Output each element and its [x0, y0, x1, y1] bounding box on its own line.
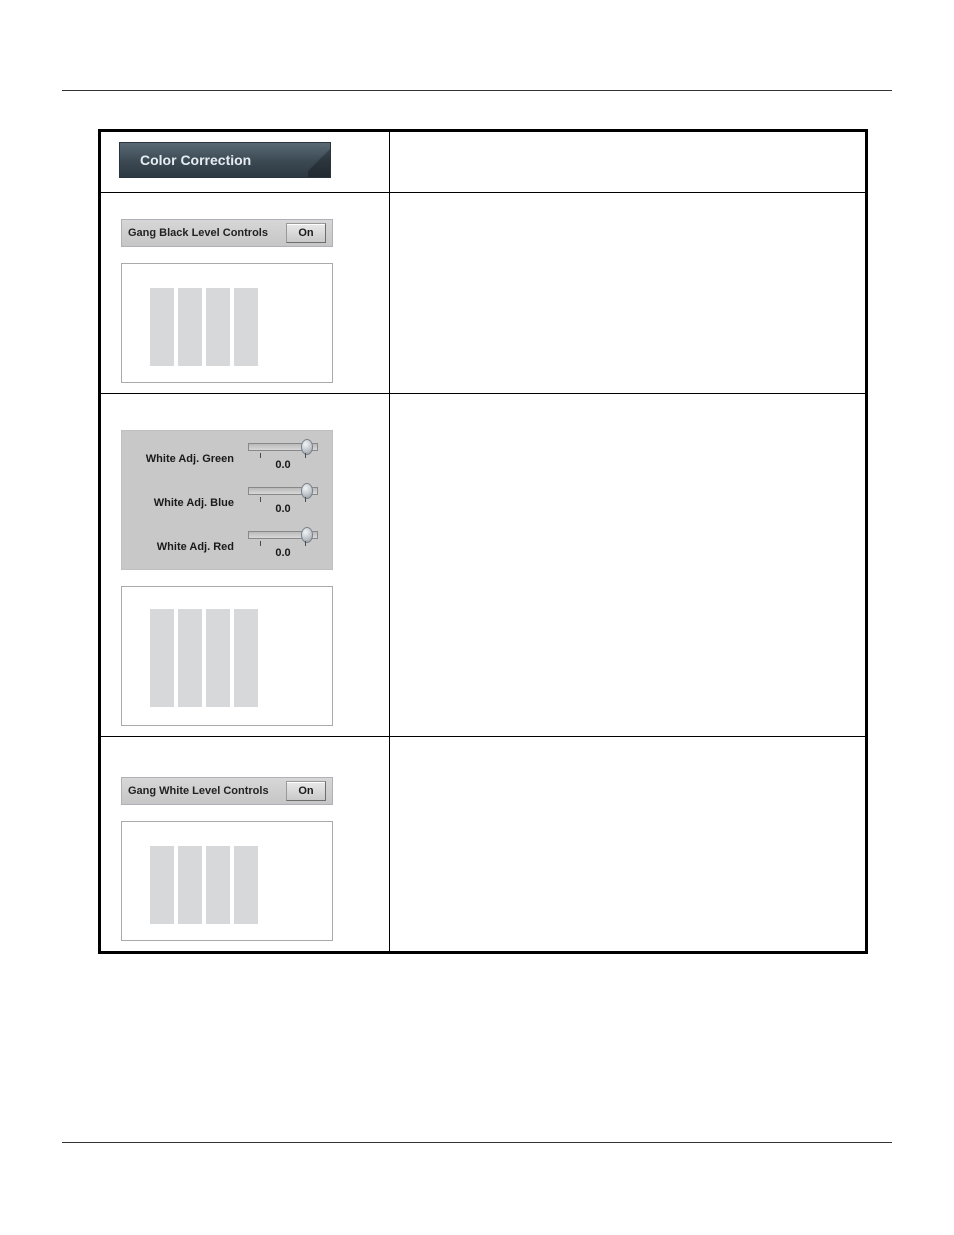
white-adj-green-label: White Adj. Green [130, 441, 242, 465]
bar-icon [234, 846, 258, 924]
slider-ticks-icon [248, 453, 318, 459]
cell-empty [389, 737, 866, 953]
slider-wrap: 0.0 [242, 441, 324, 471]
bar-icon [234, 609, 258, 707]
gang-white-on-button[interactable]: On [286, 781, 326, 801]
panel-wrap: Gang White Level Controls On [101, 737, 389, 951]
button-label: On [298, 227, 313, 239]
color-correction-badge: Color Correction [119, 142, 331, 178]
table-row: Gang White Level Controls On [100, 737, 867, 953]
white-adj-red-value: 0.0 [275, 547, 290, 559]
white-adj-red-slider[interactable] [248, 531, 318, 539]
gang-black-on-button[interactable]: On [286, 223, 326, 243]
gang-black-panel: Gang Black Level Controls On [121, 219, 333, 247]
gang-white-panel: Gang White Level Controls On [121, 777, 333, 805]
white-adj-blue-value: 0.0 [275, 503, 290, 515]
cell-empty [389, 131, 866, 193]
white-adj-red-row: White Adj. Red 0.0 [130, 529, 324, 559]
table-row: White Adj. Green 0.0 White Adj. Blue [100, 394, 867, 737]
page: Color Correction Gang Black Level Contro… [0, 0, 954, 954]
white-adj-blue-row: White Adj. Blue 0.0 [130, 485, 324, 515]
header-rule [62, 90, 892, 91]
white-adj-red-label: White Adj. Red [130, 529, 242, 553]
panel-wrap: Gang Black Level Controls On [101, 193, 389, 393]
button-label: On [298, 785, 313, 797]
badge-title: Color Correction [140, 152, 251, 168]
slider-ticks-icon [248, 497, 318, 503]
bar-icon [206, 846, 230, 924]
cell-gang-black: Gang Black Level Controls On [100, 193, 390, 394]
table-row: Color Correction [100, 131, 867, 193]
footer-rule [62, 1142, 892, 1143]
bar-icon [234, 288, 258, 366]
bar-icon [178, 609, 202, 707]
white-adj-green-value: 0.0 [275, 459, 290, 471]
bar-icon [150, 288, 174, 366]
bar-icon [206, 609, 230, 707]
gang-white-label: Gang White Level Controls [128, 785, 280, 797]
bar-icon [206, 288, 230, 366]
bars-row [150, 846, 332, 924]
table-row: Gang Black Level Controls On [100, 193, 867, 394]
bar-icon [178, 846, 202, 924]
cell-white-adj: White Adj. Green 0.0 White Adj. Blue [100, 394, 390, 737]
white-bars-box [121, 821, 333, 941]
bars-row [150, 288, 332, 366]
bar-icon [178, 288, 202, 366]
badge-wrap: Color Correction [101, 132, 389, 192]
gang-black-label: Gang Black Level Controls [128, 227, 280, 239]
bar-icon [150, 609, 174, 707]
slider-wrap: 0.0 [242, 485, 324, 515]
cell-badge: Color Correction [100, 131, 390, 193]
white-adj-blue-slider[interactable] [248, 487, 318, 495]
layout-table: Color Correction Gang Black Level Contro… [98, 129, 868, 954]
white-adj-green-slider[interactable] [248, 443, 318, 451]
white-adj-blue-label: White Adj. Blue [130, 485, 242, 509]
black-bars-box [121, 263, 333, 383]
white-adj-bars-box [121, 586, 333, 726]
cell-gang-white: Gang White Level Controls On [100, 737, 390, 953]
white-adj-green-row: White Adj. Green 0.0 [130, 441, 324, 471]
slider-wrap: 0.0 [242, 529, 324, 559]
adj-wrap: White Adj. Green 0.0 White Adj. Blue [101, 394, 389, 736]
white-adj-panel: White Adj. Green 0.0 White Adj. Blue [121, 430, 333, 570]
bar-icon [150, 846, 174, 924]
cell-empty [389, 193, 866, 394]
cell-empty [389, 394, 866, 737]
slider-ticks-icon [248, 541, 318, 547]
bars-row [150, 609, 332, 707]
